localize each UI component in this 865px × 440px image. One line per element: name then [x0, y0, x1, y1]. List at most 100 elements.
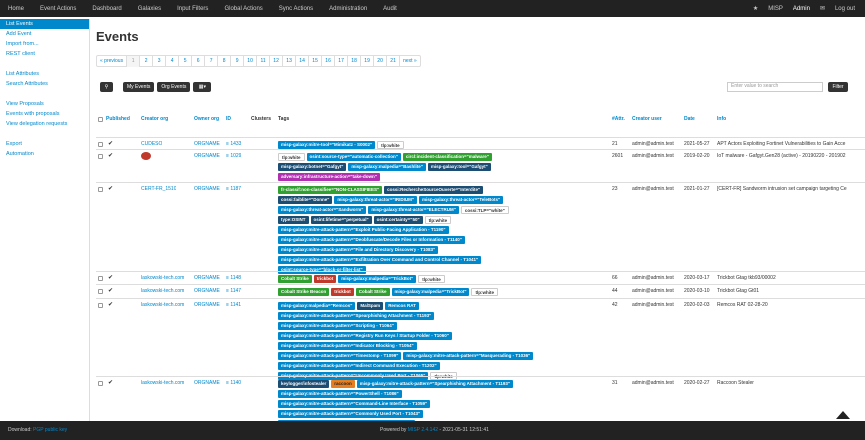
- logout-link[interactable]: Log out: [835, 6, 855, 12]
- tag[interactable]: osint:certainty="50": [373, 216, 423, 224]
- nav-item-administration[interactable]: Administration: [321, 6, 375, 12]
- header-info[interactable]: Info: [717, 116, 726, 122]
- tag[interactable]: misp-galaxy:mitre-attack-pattern="Indire…: [278, 362, 440, 370]
- pagination-item[interactable]: 20: [374, 56, 388, 67]
- pagination-item[interactable]: « previous: [97, 56, 128, 67]
- tag[interactable]: type:OSINT: [278, 216, 309, 224]
- owner-org-link[interactable]: ORGNAME: [194, 141, 220, 147]
- pagination-item[interactable]: 18: [348, 56, 362, 67]
- tag[interactable]: misp-galaxy:mitre-attack-pattern="Timest…: [278, 352, 402, 360]
- event-id-link[interactable]: ≡ 1140: [226, 380, 241, 386]
- tag[interactable]: misp-galaxy:mitre-attack-pattern="Regist…: [278, 332, 452, 340]
- tag[interactable]: misp-galaxy:threat-actor="IRIDIUM": [334, 196, 418, 204]
- event-id-link[interactable]: ≡ 1147: [226, 288, 241, 294]
- search-icon[interactable]: ⚲: [100, 82, 113, 92]
- sidebar-item-import-from-[interactable]: Import from...: [0, 39, 89, 49]
- pagination-item[interactable]: 10: [244, 56, 258, 67]
- tag[interactable]: trickbot: [331, 288, 354, 296]
- header-date[interactable]: Date: [684, 116, 695, 122]
- sidebar-item-rest-client[interactable]: REST client: [0, 49, 89, 59]
- creator-org-link[interactable]: CERT-FR_1510: [141, 186, 176, 192]
- row-checkbox[interactable]: [98, 289, 103, 294]
- sidebar-item-list-events[interactable]: List Events: [0, 19, 89, 29]
- tag[interactable]: osint:source-type="automatic-collection": [306, 153, 401, 161]
- tag[interactable]: tlp:white: [377, 141, 404, 149]
- event-info[interactable]: APT Actors Exploiting Fortinet Vulnerabi…: [717, 141, 865, 147]
- tag[interactable]: misp-galaxy:mitre-attack-pattern="PowerS…: [278, 390, 402, 398]
- misp-link[interactable]: MISP: [768, 6, 783, 12]
- tag[interactable]: osint:lifetime="perpetual": [310, 216, 372, 224]
- tag[interactable]: fr-classif:non-classifiee="NON-CLASSIFIE…: [278, 186, 383, 194]
- header-id[interactable]: ID: [226, 116, 231, 122]
- header-attrs[interactable]: #Attr.: [612, 116, 625, 122]
- tag[interactable]: misp-galaxy:mitre-attack-pattern="Spearp…: [278, 312, 435, 320]
- event-id[interactable]: 1141: [230, 302, 241, 308]
- tag[interactable]: trickbot: [313, 275, 337, 283]
- sidebar-item-view-delegation-requests[interactable]: View delegation requests: [0, 119, 89, 129]
- pagination-item[interactable]: 14: [296, 56, 310, 67]
- tag[interactable]: misp-galaxy:threat-actor="TeleBots": [419, 196, 504, 204]
- tag[interactable]: misp-galaxy:malpedia="TrickBot": [338, 275, 417, 283]
- tag[interactable]: misp-galaxy:malpedia="TrickBot": [391, 288, 470, 296]
- creator-org-link[interactable]: laskowski-tech.com: [141, 380, 184, 386]
- event-info[interactable]: Trickbot Gtag Gt01: [717, 288, 865, 294]
- pagination-item[interactable]: 16: [322, 56, 336, 67]
- creator-org-link[interactable]: CUDESO: [141, 141, 162, 147]
- header-creator-user[interactable]: Creator user: [632, 116, 662, 122]
- pagination-item[interactable]: 3: [153, 56, 167, 67]
- sidebar-item-automation[interactable]: Automation: [0, 149, 89, 159]
- my-events-button[interactable]: My Events: [123, 82, 155, 92]
- tag[interactable]: tlp:white: [418, 275, 445, 283]
- tag[interactable]: misp-galaxy:malpedia="Remcos": [278, 302, 356, 310]
- owner-org-link[interactable]: ORGNAME: [194, 186, 220, 192]
- owner-org-link[interactable]: ORGNAME: [194, 380, 220, 386]
- sidebar-item-export[interactable]: Export: [0, 139, 89, 149]
- tag[interactable]: misp-galaxy:mitre-attack-pattern="File a…: [278, 246, 439, 254]
- nav-item-home[interactable]: Home: [0, 6, 32, 12]
- tag[interactable]: misp-galaxy:botnet="Gafgyt": [278, 163, 347, 171]
- tag[interactable]: misp-galaxy:mitre-tool="Mimikatz - S0002…: [278, 141, 376, 149]
- tag[interactable]: MalSpam: [357, 302, 384, 310]
- sidebar-item-list-attributes[interactable]: List Attributes: [0, 69, 89, 79]
- pagination-item[interactable]: 17: [335, 56, 349, 67]
- event-info[interactable]: Raccoon Stealer: [717, 380, 865, 386]
- event-id[interactable]: 1029: [230, 153, 241, 159]
- scroll-top-icon[interactable]: [836, 411, 850, 419]
- user-link[interactable]: Admin: [793, 6, 810, 12]
- event-id[interactable]: 1140: [230, 380, 241, 386]
- tag[interactable]: Cobalt Strike: [278, 275, 312, 283]
- sidebar-item-search-attributes[interactable]: Search Attributes: [0, 79, 89, 89]
- event-id-link[interactable]: ≡ 1433: [226, 141, 241, 147]
- event-info[interactable]: [CERT-FR] Sandworm intrusion set campaig…: [717, 186, 865, 192]
- nav-item-dashboard[interactable]: Dashboard: [84, 6, 129, 12]
- pagination-item[interactable]: 5: [179, 56, 193, 67]
- pagination-item[interactable]: 6: [192, 56, 206, 67]
- pagination-item[interactable]: 7: [205, 56, 219, 67]
- tag[interactable]: adversary:infrastructure-action="take-do…: [278, 173, 380, 181]
- nav-item-galaxies[interactable]: Galaxies: [130, 6, 169, 12]
- tag[interactable]: misp-galaxy:threat-actor="ELECTRUM": [368, 206, 459, 214]
- row-checkbox[interactable]: [98, 303, 103, 308]
- sidebar-item-add-event[interactable]: Add Event: [0, 29, 89, 39]
- event-id-link[interactable]: ≡ 1187: [226, 186, 241, 192]
- pgp-key-link[interactable]: PGP public key: [33, 427, 67, 433]
- tag[interactable]: raccoon: [331, 380, 355, 388]
- nav-item-audit[interactable]: Audit: [375, 6, 405, 12]
- tag[interactable]: tlp:white: [278, 153, 305, 161]
- tag[interactable]: cossi:TLP="white": [460, 206, 509, 214]
- star-icon[interactable]: ★: [753, 5, 758, 12]
- owner-org-link[interactable]: ORGNAME: [194, 302, 220, 308]
- envelope-icon[interactable]: ✉: [820, 5, 825, 12]
- pagination-item[interactable]: 11: [257, 56, 271, 67]
- pagination-item[interactable]: 8: [218, 56, 232, 67]
- sidebar-item-events-with-proposals[interactable]: Events with proposals: [0, 109, 89, 119]
- tag[interactable]: misp-galaxy:mitre-attack-pattern="Masque…: [403, 352, 534, 360]
- tag[interactable]: misp-galaxy:malpedia="Bashlite": [348, 163, 426, 171]
- pagination-item[interactable]: 4: [166, 56, 180, 67]
- event-info[interactable]: Remcos RAT 02-28-20: [717, 302, 865, 308]
- row-checkbox[interactable]: [98, 276, 103, 281]
- pagination-item[interactable]: 12: [270, 56, 284, 67]
- row-checkbox[interactable]: [98, 187, 103, 192]
- pagination-item[interactable]: 21: [387, 56, 401, 67]
- pagination-item[interactable]: 15: [309, 56, 323, 67]
